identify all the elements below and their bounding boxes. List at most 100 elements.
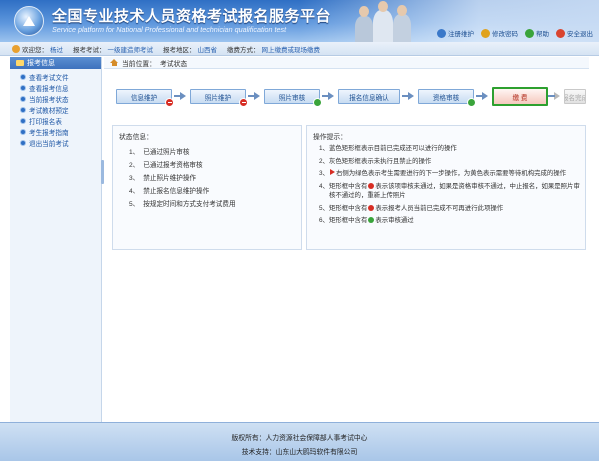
step-complete: 报名完成 — [564, 89, 586, 104]
arrow-right-icon — [248, 92, 260, 100]
step-info-maintain[interactable]: 信息维护 — [116, 89, 174, 107]
item-text: 矩形框中含有 — [329, 182, 368, 190]
list-item: 6、矩形框中含有 表示审核通过 — [315, 216, 581, 226]
footer-tech-support: 技术支持：山东山大鸥玛软件有限公司 — [241, 449, 358, 456]
sidebar-heading[interactable]: 报考信息 — [10, 57, 101, 69]
app-root: 全国专业技术人员资格考试报名服务平台 Service platform for … — [0, 0, 599, 461]
sidebar-item-label: 当前报考状态 — [29, 96, 69, 104]
item-text: 按规定时间和方式支付考试费用 — [143, 201, 236, 208]
bullet-icon — [20, 106, 26, 113]
step-label: 照片审核 — [278, 94, 306, 102]
sidebar-item-view-registration[interactable]: 查看报考信息 — [10, 82, 101, 93]
payment-label: 缴费方式： — [227, 46, 260, 54]
sidebar-heading-label: 报考信息 — [27, 60, 55, 67]
list-item: 5、 按规定时间和方式支付考试费用 — [129, 198, 236, 211]
region-label: 报考地区： — [163, 46, 196, 54]
status-panel-title: 状态信息： — [119, 134, 153, 141]
logout-link[interactable]: 安全退出 — [556, 28, 593, 38]
user-info-bar: 欢迎您： 杨过 报考考试： 一级建造师考试 报考地区： 山西省 缴费方式： 网上… — [0, 42, 599, 56]
site-logo — [14, 6, 44, 36]
item-number: 6、 — [319, 217, 329, 224]
error-icon — [368, 204, 375, 211]
tips-panel: 操作提示： 1、蓝色矩形框表示目前已完成还可以进行的操作 2、灰色矩形框表示未执… — [306, 125, 586, 250]
status-list: 1、 已通过照片审核 2、 已通过报考资格审核 3、 禁止照片维护操作 4、 禁止报名信… — [129, 146, 236, 211]
footer-copyright: 版权所有：人力资源社会保障部人事考试中心 — [231, 435, 368, 442]
info-panels: 状态信息： 1、 已通过照片审核 2、 已通过报考资格审核 3、 禁止照片维护操作 4… — [112, 125, 586, 250]
exam-label: 报考考试： — [73, 46, 106, 54]
step-label: 资格审核 — [432, 94, 460, 102]
step-qualification-review[interactable]: 资格审核 — [418, 89, 476, 107]
arrow-right-icon — [174, 92, 186, 100]
check-icon — [467, 98, 476, 107]
sidebar-item-exam-files[interactable]: 查看考试文件 — [10, 71, 101, 82]
item-number: 1、 — [129, 149, 140, 156]
item-number: 5、 — [319, 204, 329, 212]
sidebar-item-guide[interactable]: 考生报考指南 — [10, 126, 101, 137]
register-maintain-link[interactable]: 注册维护 — [437, 28, 474, 38]
sidebar-item-print-form[interactable]: 打印报名表 — [10, 115, 101, 126]
step-payment[interactable]: 缴 费 — [492, 87, 548, 106]
main-content: 当前位置： 考试状态 信息维护 照片维护 照片审核 报名信息确认 资格审核 缴 … — [104, 57, 589, 422]
item-text: 禁止报名信息维护操作 — [143, 188, 210, 195]
list-item: 5、矩形框中含有 表示报考人员当前已完成不可再进行此项操作 — [315, 204, 581, 214]
tips-panel-title: 操作提示： — [313, 134, 347, 141]
home-icon — [110, 59, 118, 66]
error-icon — [368, 182, 375, 189]
exam-value: 一级建造师考试 — [107, 46, 154, 54]
registration-progress: 信息维护 照片维护 照片审核 报名信息确认 资格审核 缴 费 名完 — [114, 82, 586, 115]
sidebar-item-label: 打印报名表 — [29, 118, 62, 126]
step-label: 报名信息确认 — [349, 94, 389, 102]
bullet-icon — [20, 117, 26, 124]
item-text: 灰色矩形框表示未执行且禁止的操作 — [329, 157, 432, 165]
sidebar-item-current-status[interactable]: 当前报考状态 — [10, 93, 101, 104]
region-info: 报考地区： 山西省 — [163, 44, 217, 54]
item-text: 矩形框中含有 — [329, 204, 368, 212]
payment-value: 网上缴费或现场缴费 — [261, 46, 321, 54]
step-confirm-info[interactable]: 报名信息确认 — [338, 89, 400, 104]
change-password-link[interactable]: 修改密码 — [481, 28, 518, 38]
site-title: 全国专业技术人员资格考试报名服务平台 — [52, 7, 332, 25]
step-photo-review[interactable]: 照片审核 — [264, 89, 322, 107]
bullet-icon — [20, 95, 26, 102]
item-number: 5、 — [129, 201, 140, 208]
sidebar-item-label: 查看报考信息 — [29, 85, 69, 93]
breadcrumb-current: 考试状态 — [159, 60, 188, 68]
item-text: 矩形框中含有 — [329, 217, 368, 224]
sidebar-menu: 查看考试文件 查看报考信息 当前报考状态 考试教材预定 打印报名表 考生报考指南 — [10, 69, 101, 148]
exam-info: 报考考试： 一级建造师考试 — [73, 44, 153, 54]
sidebar-item-textbook-order[interactable]: 考试教材预定 — [10, 104, 101, 115]
site-header: 全国专业技术人员资格考试报名服务平台 Service platform for … — [0, 0, 599, 42]
site-subtitle: Service platform for National Profession… — [52, 25, 287, 34]
red-arrow-icon — [330, 169, 335, 175]
item-text: 右侧为绿色表示考生需要进行的下一步操作，为黄色表示需要等待机构完成的操作 — [336, 170, 567, 177]
item-number: 2、 — [319, 157, 329, 165]
top-links: 注册维护 修改密码 帮助 安全退出 — [437, 28, 593, 38]
sidebar-item-label: 退出当前考试 — [29, 140, 69, 148]
item-number: 2、 — [129, 162, 140, 169]
bullet-icon — [20, 73, 26, 80]
sidebar-item-exit-exam[interactable]: 退出当前考试 — [10, 137, 101, 148]
logout-label: 安全退出 — [567, 31, 593, 38]
bullet-icon — [20, 128, 26, 135]
person-icon — [437, 28, 446, 38]
breadcrumb: 当前位置： 考试状态 — [104, 57, 589, 69]
register-maintain-label: 注册维护 — [448, 31, 474, 38]
step-label: 报名完成 — [565, 94, 585, 102]
folder-icon — [16, 60, 24, 66]
help-link[interactable]: 帮助 — [525, 28, 549, 38]
step-photo-maintain[interactable]: 照片维护 — [190, 89, 248, 107]
bullet-icon — [20, 139, 26, 146]
item-number: 3、 — [319, 170, 329, 177]
item-text: 蓝色矩形框表示目前已完成还可以进行的操作 — [329, 145, 457, 152]
list-item: 1、 已通过照片审核 — [129, 146, 236, 159]
help-icon — [525, 28, 534, 38]
arrow-right-icon — [402, 92, 414, 100]
item-number: 1、 — [319, 145, 329, 152]
welcome-info: 欢迎您： 杨过 — [12, 44, 63, 54]
list-item: 3、 右侧为绿色表示考生需要进行的下一步操作，为黄色表示需要等待机构完成的操作 — [315, 169, 581, 179]
key-icon — [481, 28, 490, 38]
item-text: 已通过报考资格审核 — [143, 162, 203, 169]
welcome-label: 欢迎您： — [22, 46, 48, 54]
change-password-label: 修改密码 — [492, 31, 518, 38]
welcome-user: 杨过 — [50, 46, 63, 54]
